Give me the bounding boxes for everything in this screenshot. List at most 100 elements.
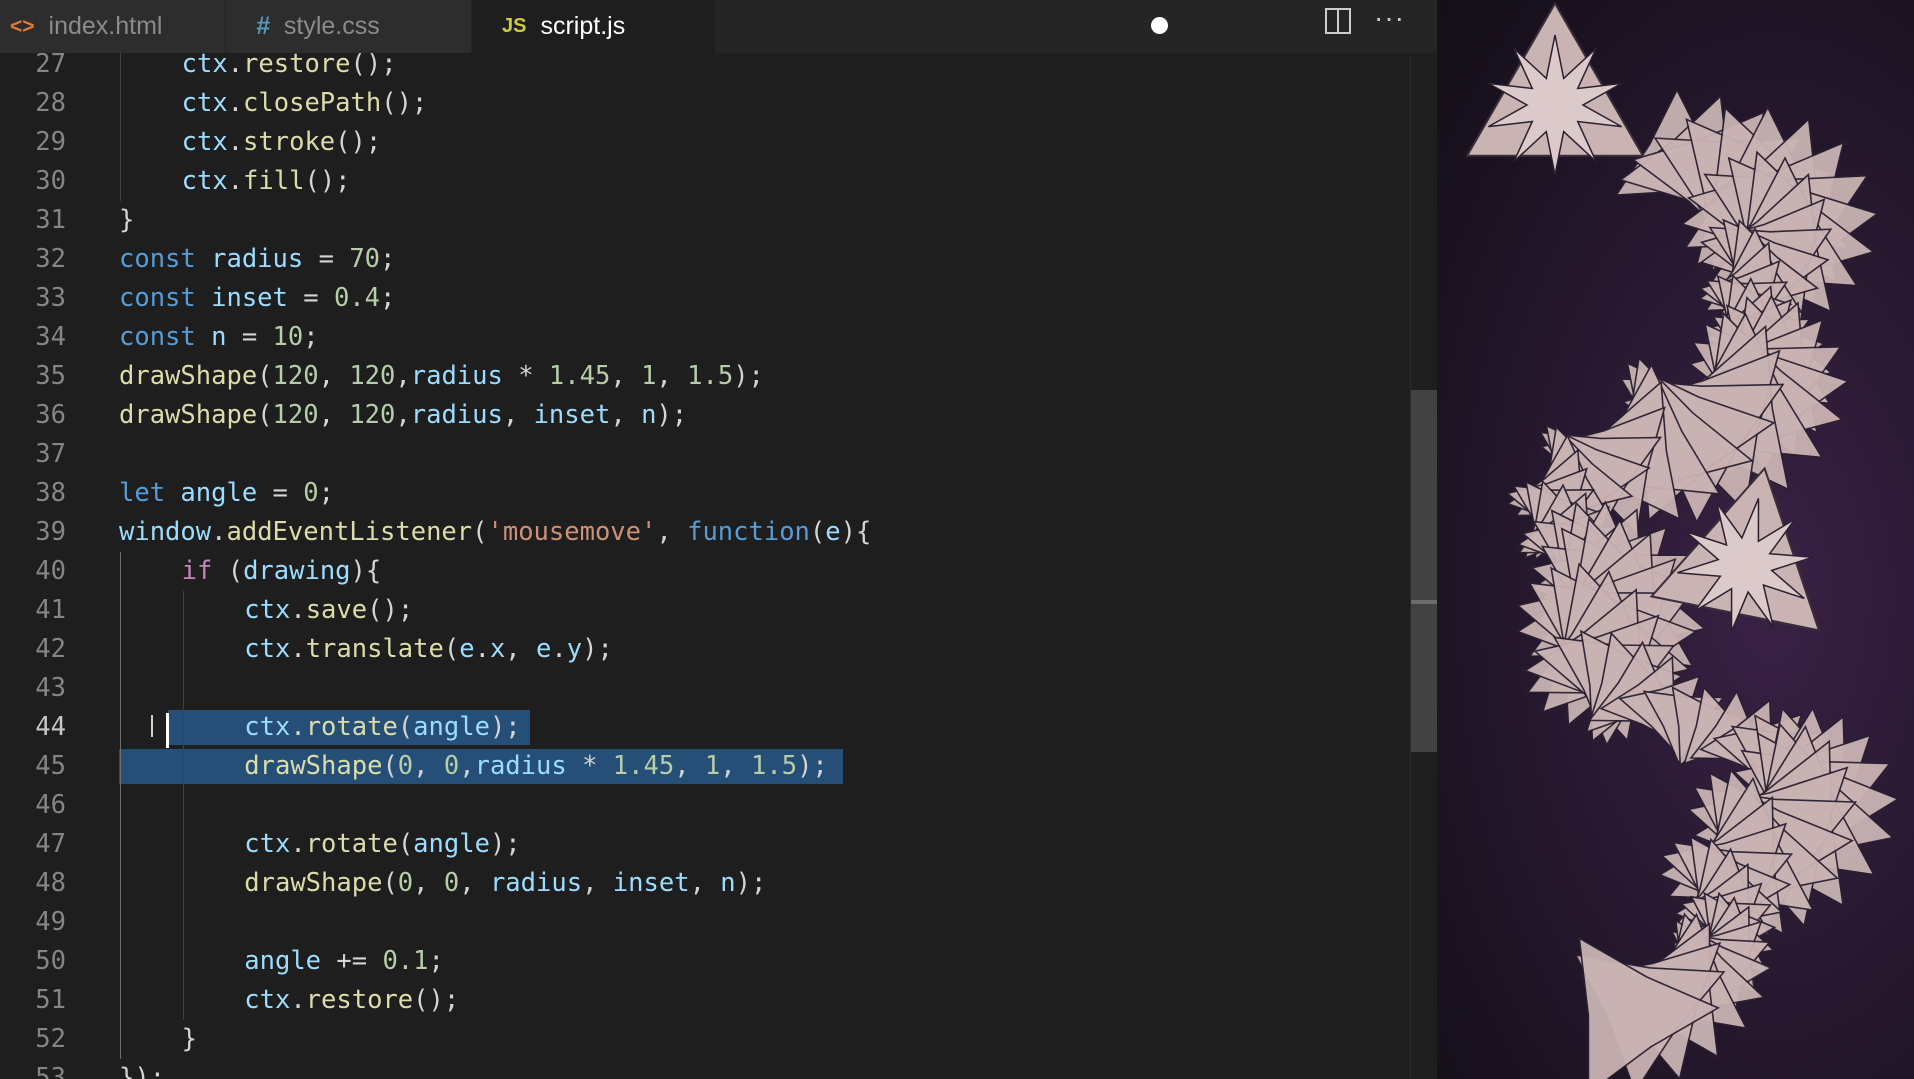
code-line[interactable]: 41 ctx.save();: [0, 591, 1410, 630]
code-token: 120: [272, 400, 319, 430]
code-line[interactable]: 40 if (drawing){: [0, 552, 1410, 591]
code-token: save: [305, 595, 368, 625]
code-line[interactable]: 39 window.addEventListener('mousemove', f…: [0, 513, 1410, 552]
line-number: 34: [35, 322, 66, 352]
code-token: ,: [459, 751, 475, 781]
scrollbar-thumb[interactable]: [1411, 390, 1437, 752]
line-source: drawShape(0, 0, radius, inset, n);: [244, 864, 766, 903]
line-source: ctx.closePath();: [182, 84, 428, 123]
canvas-preview[interactable]: [1437, 0, 1914, 1079]
code-line[interactable]: 29 ctx.stroke();: [0, 123, 1410, 162]
code-line[interactable]: 36 drawShape(120, 120,radius, inset, n);: [0, 396, 1410, 435]
line-source: }: [182, 1020, 197, 1059]
line-number: 39: [35, 517, 66, 547]
code-line[interactable]: 37: [0, 435, 1410, 474]
code-token: (: [397, 829, 414, 859]
code-line[interactable]: 53});: [0, 1059, 1410, 1079]
tab-bar: <> index.html # style.css JS script.js ·…: [0, 0, 1437, 53]
code-token: ,: [674, 751, 705, 781]
code-line[interactable]: 34 const n = 10;: [0, 318, 1410, 357]
line-number: 29: [35, 127, 66, 157]
code-editor[interactable]: <> index.html # style.css JS script.js ·…: [0, 0, 1437, 1079]
line-source: drawShape(120, 120,radius * 1.45, 1, 1.5…: [119, 357, 764, 396]
code-line[interactable]: 32 const radius = 70;: [0, 240, 1410, 279]
code-token: 70: [349, 244, 381, 274]
html-file-icon: <>: [10, 14, 35, 38]
code-token: (: [257, 400, 273, 430]
code-token: .: [227, 166, 244, 196]
code-token: drawShape: [119, 400, 258, 430]
code-line[interactable]: 31}: [0, 201, 1410, 240]
code-token: ctx: [244, 829, 291, 859]
code-line[interactable]: 50 angle += 0.1;: [0, 942, 1410, 981]
line-number: 48: [35, 868, 66, 898]
line-source: drawShape(120, 120,radius, inset, n);: [119, 396, 687, 435]
code-line[interactable]: 38 let angle = 0;: [0, 474, 1410, 513]
code-token: rotate: [305, 829, 398, 859]
code-line[interactable]: 52}: [0, 1020, 1410, 1059]
code-token: 0.1: [382, 946, 429, 976]
code-area[interactable]: 27 ctx.restore(); 28 ctx.closePath(); 29 ctx.…: [0, 53, 1410, 1079]
code-token: 120: [349, 361, 396, 391]
code-token: *: [566, 751, 613, 781]
code-token: ctx: [181, 127, 228, 157]
line-number: 46: [35, 790, 66, 820]
code-line[interactable]: 46: [0, 786, 1410, 825]
code-token: window: [119, 517, 212, 547]
line-number: 37: [35, 439, 66, 469]
code-line[interactable]: 35 drawShape(120, 120,radius * 1.45, 1, 1…: [0, 357, 1410, 396]
code-token: ctx: [244, 595, 291, 625]
code-line[interactable]: 45 drawShape(0, 0,radius * 1.45, 1, 1.5);: [0, 747, 1410, 786]
code-token: .: [551, 634, 567, 664]
code-token: (: [443, 634, 460, 664]
tab-script-js[interactable]: JS script.js: [472, 0, 1168, 53]
code-line[interactable]: 43: [0, 669, 1410, 708]
code-token: let: [119, 478, 181, 508]
code-token: inset: [211, 283, 288, 313]
line-number: 30: [35, 166, 66, 196]
unsaved-dot-icon[interactable]: [1151, 17, 1168, 34]
code-token: ,: [505, 634, 537, 664]
vertical-scrollbar[interactable]: [1410, 53, 1437, 1079]
code-token: ,: [318, 400, 350, 430]
code-token: drawShape: [119, 361, 258, 391]
code-token: closePath: [243, 88, 382, 118]
code-line[interactable]: 49: [0, 903, 1410, 942]
code-token: ctx: [244, 985, 291, 1015]
line-number: 36: [35, 400, 66, 430]
more-actions-icon[interactable]: ···: [1374, 0, 1405, 36]
code-line[interactable]: 33 const inset = 0.4;: [0, 279, 1410, 318]
line-number: 42: [35, 634, 66, 664]
code-token: (: [382, 751, 398, 781]
code-line[interactable]: 44 ctx.rotate(angle);: [0, 708, 1410, 747]
code-line[interactable]: 27 ctx.restore();: [0, 53, 1410, 84]
line-number: 32: [35, 244, 66, 274]
code-token: 1.5: [687, 361, 734, 391]
code-token: angle: [413, 712, 490, 742]
code-token: radius: [474, 751, 567, 781]
code-token: ;: [318, 478, 334, 508]
code-token: ();: [413, 985, 460, 1015]
tab-index-html[interactable]: <> index.html: [0, 0, 225, 53]
code-token: 0: [397, 868, 414, 898]
code-token: n: [641, 400, 657, 430]
code-line[interactable]: 47 ctx.rotate(angle);: [0, 825, 1410, 864]
code-line[interactable]: 28 ctx.closePath();: [0, 84, 1410, 123]
code-token: e: [825, 517, 841, 547]
tab-style-css[interactable]: # style.css: [226, 0, 471, 53]
split-editor-icon[interactable]: [1323, 6, 1353, 36]
code-line[interactable]: 48 drawShape(0, 0, radius, inset, n);: [0, 864, 1410, 903]
line-source: }: [119, 201, 134, 240]
code-token: ){: [350, 556, 382, 586]
code-line[interactable]: 30 ctx.fill();: [0, 162, 1410, 201]
code-token: e: [536, 634, 552, 664]
code-token: drawShape: [244, 868, 383, 898]
code-line[interactable]: 51 ctx.restore();: [0, 981, 1410, 1020]
code-line[interactable]: 42 ctx.translate(e.x, e.y);: [0, 630, 1410, 669]
code-token: .: [211, 517, 227, 547]
line-number: 27: [35, 53, 66, 79]
line-source: ctx.restore();: [182, 53, 397, 84]
code-token: ,: [582, 868, 613, 898]
code-token: fill: [243, 166, 305, 196]
code-token: (: [257, 361, 273, 391]
